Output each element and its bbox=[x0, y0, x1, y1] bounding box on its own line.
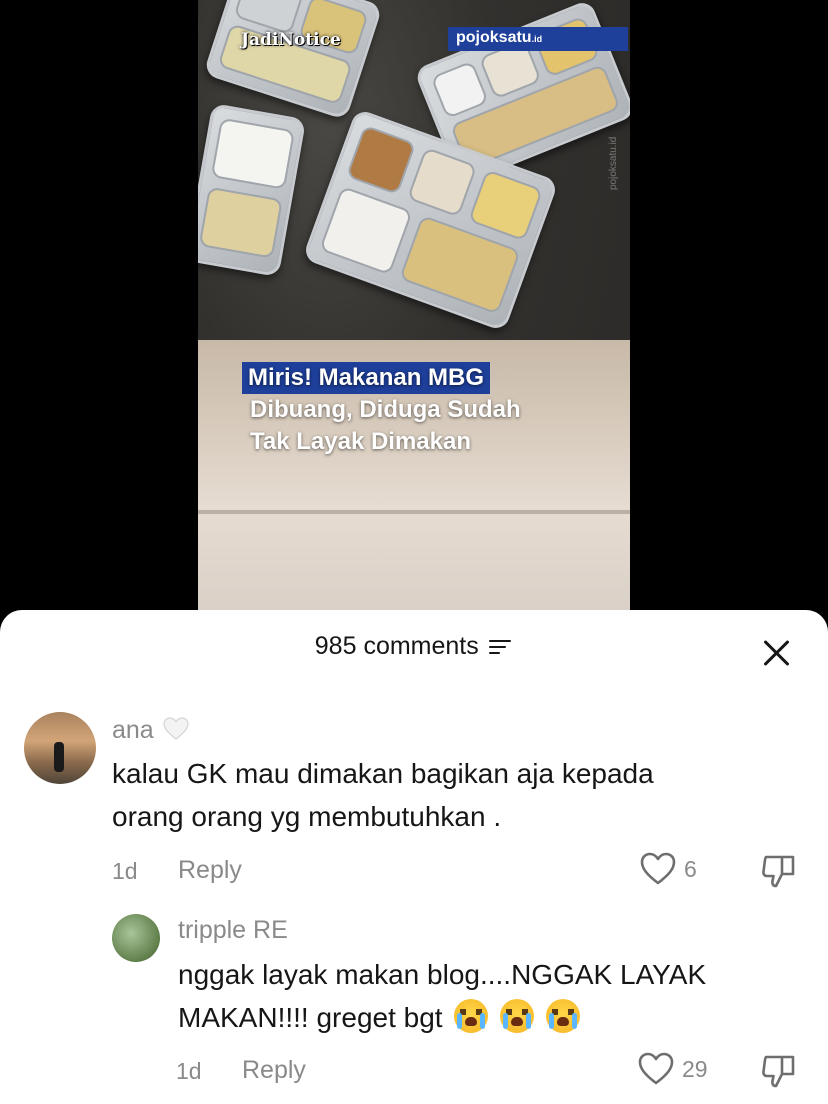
comment-text: nggak layak makan blog....NGGAK LAYAK MA… bbox=[178, 953, 706, 1039]
dislike-icon[interactable] bbox=[760, 852, 798, 890]
video-player[interactable]: JadiNotice pojoksatu.id pojoksatu.id Mir… bbox=[0, 0, 828, 640]
watermark-pojoksatu-suffix: .id bbox=[531, 34, 543, 44]
food-tray-image bbox=[203, 0, 383, 121]
like-button[interactable]: 6 bbox=[640, 852, 697, 886]
comment-text-line: nggak layak makan blog....NGGAK LAYAK bbox=[178, 959, 707, 990]
like-button[interactable]: 29 bbox=[638, 1052, 708, 1086]
reply-button[interactable]: Reply bbox=[178, 856, 242, 885]
comment-text-line-2: MAKAN!!!! greget bgt bbox=[178, 996, 706, 1039]
watermark-pojoksatu-text: pojoksatu bbox=[456, 29, 532, 46]
avatar[interactable] bbox=[112, 914, 160, 962]
headline-line-3: Tak Layak Dimakan bbox=[250, 428, 472, 455]
like-count: 6 bbox=[684, 855, 697, 882]
white-heart-icon bbox=[163, 717, 189, 740]
sort-icon[interactable] bbox=[489, 638, 513, 656]
loudly-crying-face-icon bbox=[545, 999, 580, 1033]
heart-outline-icon bbox=[638, 1052, 674, 1085]
comments-header: 985 comments bbox=[0, 632, 828, 672]
food-tray-image bbox=[198, 102, 307, 278]
watermark-pojoksatu: pojoksatu.id bbox=[448, 27, 628, 51]
comment-username-text: ana bbox=[112, 716, 154, 744]
watermark-jadinotice: JadiNotice bbox=[241, 30, 341, 50]
heart-outline-icon bbox=[640, 852, 676, 885]
comment-text-line: kalau GK mau dimakan bagikan aja kepada bbox=[112, 758, 654, 789]
video-frame[interactable]: JadiNotice pojoksatu.id pojoksatu.id Mir… bbox=[198, 0, 630, 620]
comment-text: kalau GK mau dimakan bagikan aja kepada … bbox=[112, 752, 654, 838]
close-icon[interactable] bbox=[762, 638, 792, 668]
dislike-icon[interactable] bbox=[760, 1052, 798, 1090]
comments-sheet: 985 comments ana kalau GK mau dimakan ba… bbox=[0, 610, 828, 1104]
loudly-crying-face-icon bbox=[500, 999, 535, 1033]
comment-count: 985 comments bbox=[314, 632, 479, 660]
comment-username[interactable]: tripple RE bbox=[178, 916, 288, 945]
loudly-crying-face-icon bbox=[454, 999, 489, 1033]
watermark-side: pojoksatu.id bbox=[608, 136, 619, 190]
headline-line-1: Miris! Makanan MBG bbox=[242, 362, 491, 394]
headline-line-2: Dibuang, Diduga Sudah bbox=[250, 396, 521, 423]
comment-time: 1d bbox=[176, 1058, 202, 1084]
reply-button[interactable]: Reply bbox=[242, 1056, 306, 1085]
video-headline: Miris! Makanan MBG Dibuang, Diduga Sudah… bbox=[242, 362, 529, 458]
comment-text-line: orang orang yg membutuhkan . bbox=[112, 801, 502, 832]
comment-username[interactable]: ana bbox=[112, 716, 189, 745]
comment-text-line-2-text: MAKAN!!!! greget bgt bbox=[178, 1002, 443, 1033]
avatar[interactable] bbox=[24, 712, 96, 784]
like-count: 29 bbox=[682, 1055, 708, 1082]
comment-time: 1d bbox=[112, 858, 138, 884]
